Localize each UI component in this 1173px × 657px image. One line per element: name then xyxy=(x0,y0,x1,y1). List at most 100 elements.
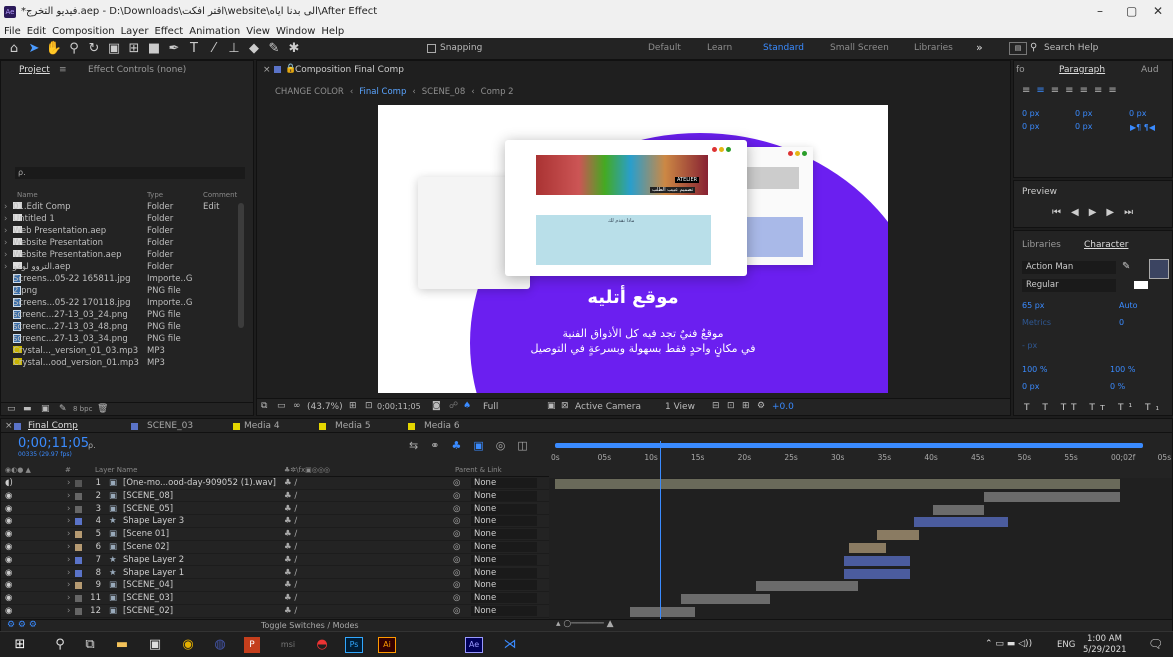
tab-project[interactable]: Project xyxy=(19,65,50,75)
label-color[interactable] xyxy=(75,531,82,539)
resolution-dropdown[interactable]: Full xyxy=(483,402,498,412)
layer-row[interactable]: ◉ › 3 ▣ [SCENE_05] ♣ ∕ ◎ None xyxy=(1,503,549,516)
last-frame-icon[interactable]: ⏭ xyxy=(1124,207,1133,218)
parent-dropdown[interactable]: None xyxy=(471,567,537,578)
layer-switches[interactable]: ♣ ∕ xyxy=(284,504,297,514)
faux-style-buttons[interactable]: T T TT Tт T¹ T₁ xyxy=(1024,403,1164,413)
twirl-arrow-icon[interactable]: › xyxy=(67,555,70,565)
layer-duration-bar[interactable] xyxy=(629,607,695,617)
col-num[interactable]: # xyxy=(65,466,71,474)
region-of-interest-icon[interactable]: ⊡ xyxy=(365,401,373,411)
snapshot-icon[interactable]: ◙ xyxy=(432,401,441,411)
close-tab-icon[interactable]: × xyxy=(5,421,13,431)
layer-name[interactable]: [Scene 01] xyxy=(123,529,169,539)
time-ruler[interactable]: 0s 05s 10s 15s 20s 25s 30s 35s 40s 45s 50s 55s 00;02… xyxy=(549,441,1172,478)
col-layer-name[interactable]: Layer Name xyxy=(95,466,137,474)
layer-duration-bar[interactable] xyxy=(933,504,985,515)
parent-dropdown[interactable]: None xyxy=(471,542,537,552)
search-help-input[interactable]: Search Help xyxy=(1044,43,1098,53)
layer-duration-bar[interactable] xyxy=(755,581,859,592)
motion-blur-icon[interactable]: ◎ xyxy=(496,439,506,452)
task-view-icon[interactable]: ⧉ xyxy=(80,635,100,655)
twirl-arrow-icon[interactable]: › xyxy=(67,478,70,488)
parent-pickwhip-icon[interactable]: ◎ xyxy=(453,504,460,514)
text-direction-icon[interactable]: ▶¶ ¶◀ xyxy=(1130,123,1155,132)
tsume-field[interactable]: 0 % xyxy=(1110,382,1125,391)
trash-icon[interactable]: 🗑 xyxy=(97,404,108,414)
tab-media-5[interactable]: Media 5 xyxy=(335,421,371,431)
project-item[interactable]: Screens...05-22 165811.jpg Importe..G xyxy=(1,274,249,286)
fast-previews-icon[interactable]: ▣ xyxy=(547,401,556,411)
first-frame-icon[interactable]: ⏮ xyxy=(1052,207,1061,218)
project-scrollbar[interactable] xyxy=(238,203,244,328)
justify-center-icon[interactable]: ≡ xyxy=(1080,85,1088,96)
visibility-eye-icon[interactable]: ◉ xyxy=(5,529,12,539)
expand-arrow-icon[interactable]: › xyxy=(4,238,7,248)
tab-composition[interactable]: Composition Final Comp xyxy=(295,65,404,75)
tab-media-4[interactable]: Media 4 xyxy=(244,421,280,431)
font-size-field[interactable]: 65 px xyxy=(1022,301,1045,310)
store-icon[interactable]: ▣ xyxy=(145,635,165,655)
project-item[interactable]: Screens...05-22 170118.jpg Importe..G xyxy=(1,298,249,310)
align-center-icon[interactable]: ≡ xyxy=(1036,85,1044,96)
puppet-pin-tool-icon[interactable]: ✱ xyxy=(284,39,304,59)
visibility-eye-icon[interactable]: ◉ xyxy=(5,555,12,565)
exposure-value[interactable]: +0.0 xyxy=(772,402,794,412)
indent-first[interactable]: 0 px xyxy=(1129,109,1146,118)
tab-final-comp[interactable]: Final Comp xyxy=(28,421,78,431)
comp-viewer[interactable]: ATELIER تصميم عبيب الطلب ماذا نقدم لك مو… xyxy=(378,105,888,393)
project-item[interactable]: › Web Presentation.aep Folder xyxy=(1,226,249,238)
parent-dropdown[interactable]: None xyxy=(471,580,537,591)
illustrator-icon[interactable]: Ai xyxy=(378,637,396,653)
tab-scene-03[interactable]: SCENE_03 xyxy=(147,421,193,431)
frame-blending-icon[interactable]: ▣ xyxy=(473,439,483,452)
leading-field[interactable]: Auto xyxy=(1119,301,1138,310)
layer-row[interactable]: ◉ › 4 ★ Shape Layer 3 ♣ ∕ ◎ None xyxy=(1,516,549,528)
parent-pickwhip-icon[interactable]: ◎ xyxy=(453,491,460,501)
twirl-arrow-icon[interactable]: › xyxy=(67,504,70,514)
rectangle-tool-icon[interactable]: ■ xyxy=(144,39,164,59)
label-color[interactable] xyxy=(75,569,82,577)
twirl-arrow-icon[interactable]: › xyxy=(67,593,70,603)
kerning-field[interactable]: Metrics xyxy=(1022,318,1051,327)
project-item[interactable]: 2.png PNG file xyxy=(1,286,249,298)
layer-row[interactable]: ◉ › 5 ▣ [Scene 01] ♣ ∕ ◎ None xyxy=(1,529,549,541)
layer-name[interactable]: [SCENE_05] xyxy=(123,504,173,514)
vscode-icon[interactable]: ⋊ xyxy=(500,635,520,655)
layer-row[interactable]: ◉ › 7 ★ Shape Layer 2 ♣ ∕ ◎ None xyxy=(1,554,549,567)
parent-dropdown[interactable]: None xyxy=(471,554,537,565)
clock-time[interactable]: 1:00 AM xyxy=(1087,634,1122,644)
project-item[interactable]: screenc...27-13_03_24.png PNG file xyxy=(1,310,249,322)
label-color[interactable] xyxy=(75,595,82,603)
expand-arrow-icon[interactable]: › xyxy=(4,202,7,212)
twirl-arrow-icon[interactable]: › xyxy=(67,529,70,539)
snapping-checkbox[interactable] xyxy=(427,44,436,53)
indent-left[interactable]: 0 px xyxy=(1022,109,1039,118)
project-item[interactable]: › التروو لوغو.aep Folder xyxy=(1,262,249,274)
project-item[interactable]: › 01.Edit Comp Folder Edit xyxy=(1,202,249,214)
project-item[interactable]: screenc...27-13_03_48.png PNG file xyxy=(1,322,249,334)
eraser-tool-icon[interactable]: ◆ xyxy=(244,39,264,59)
layer-switches-icon[interactable]: ⚙ ⚙ ⚙ xyxy=(7,620,37,630)
preview-render-icon[interactable]: ▭ xyxy=(277,401,286,411)
new-folder-icon[interactable]: ▬ xyxy=(23,404,32,414)
workspace-learn[interactable]: Learn xyxy=(707,43,732,53)
visibility-eye-icon[interactable]: ◉ xyxy=(5,516,12,526)
prev-frame-icon[interactable]: ◀ xyxy=(1071,207,1079,218)
menu-effect[interactable]: Effect xyxy=(154,26,183,37)
language-indicator[interactable]: ENG xyxy=(1057,640,1075,650)
tab-effect-controls[interactable]: Effect Controls (none) xyxy=(88,65,186,75)
menu-animation[interactable]: Animation xyxy=(189,26,240,37)
track-area[interactable] xyxy=(549,478,1172,619)
visibility-eye-icon[interactable]: ◉ xyxy=(5,542,12,552)
layer-name[interactable]: Shape Layer 3 xyxy=(123,516,184,526)
maximize-button[interactable]: ▢ xyxy=(1126,4,1137,18)
parent-dropdown[interactable]: None xyxy=(471,503,537,514)
rotate-tool-icon[interactable]: ↻ xyxy=(84,39,104,59)
layer-name[interactable]: [SCENE_04] xyxy=(123,580,173,590)
audio-toggle-icon[interactable]: ◖) xyxy=(5,478,13,488)
horizontal-scale-field[interactable]: 100 % xyxy=(1110,365,1135,374)
layer-name[interactable]: Shape Layer 1 xyxy=(123,568,184,578)
parent-pickwhip-icon[interactable]: ◎ xyxy=(453,529,460,539)
tab-fo[interactable]: fo xyxy=(1016,65,1025,75)
